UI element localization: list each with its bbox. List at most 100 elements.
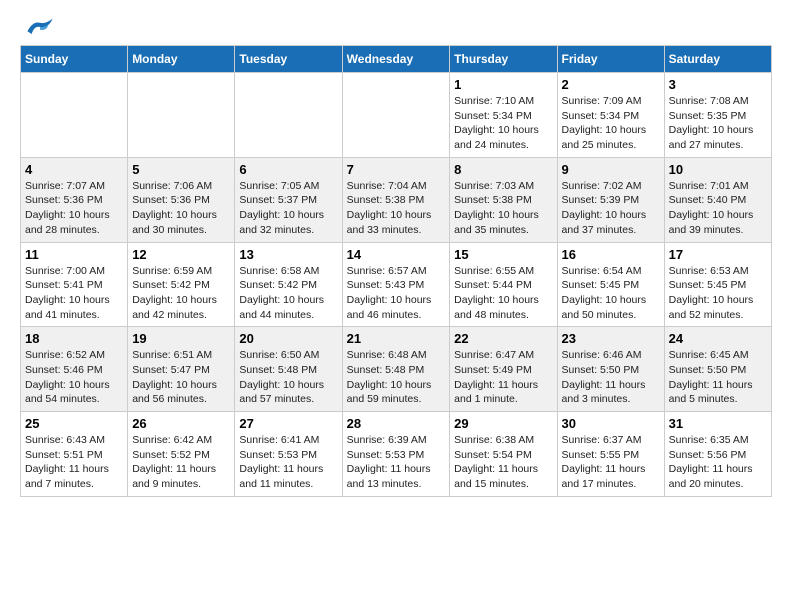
day-number: 19	[132, 331, 230, 346]
day-number: 14	[347, 247, 446, 262]
day-number: 1	[454, 77, 552, 92]
calendar-header-thursday: Thursday	[450, 46, 557, 73]
day-number: 4	[25, 162, 123, 177]
day-number: 25	[25, 416, 123, 431]
calendar-cell: 29 Sunrise: 6:38 AMSunset: 5:54 PMDayligh…	[450, 412, 557, 497]
day-info: Sunrise: 6:37 AMSunset: 5:55 PMDaylight:…	[562, 433, 660, 492]
calendar-cell: 28 Sunrise: 6:39 AMSunset: 5:53 PMDayligh…	[342, 412, 450, 497]
day-info: Sunrise: 6:42 AMSunset: 5:52 PMDaylight:…	[132, 433, 230, 492]
day-number: 11	[25, 247, 123, 262]
calendar-cell: 13 Sunrise: 6:58 AMSunset: 5:42 PMDayligh…	[235, 242, 342, 327]
calendar-cell: 20 Sunrise: 6:50 AMSunset: 5:48 PMDayligh…	[235, 327, 342, 412]
calendar-cell	[21, 73, 128, 158]
calendar-cell	[235, 73, 342, 158]
calendar-cell: 17Sunrise: 6:53 AMSunset: 5:45 PMDayligh…	[664, 242, 771, 327]
calendar-cell: 27 Sunrise: 6:41 AMSunset: 5:53 PMDayligh…	[235, 412, 342, 497]
calendar-cell: 9 Sunrise: 7:02 AMSunset: 5:39 PMDaylight…	[557, 157, 664, 242]
day-info: Sunrise: 6:57 AMSunset: 5:43 PMDaylight:…	[347, 264, 446, 323]
calendar-header-saturday: Saturday	[664, 46, 771, 73]
day-number: 27	[239, 416, 337, 431]
calendar-header-friday: Friday	[557, 46, 664, 73]
day-number: 26	[132, 416, 230, 431]
calendar-cell: 15 Sunrise: 6:55 AMSunset: 5:44 PMDayligh…	[450, 242, 557, 327]
day-info: Sunrise: 6:58 AMSunset: 5:42 PMDaylight:…	[239, 264, 337, 323]
day-number: 3	[669, 77, 767, 92]
day-info: Sunrise: 6:47 AMSunset: 5:49 PMDaylight:…	[454, 348, 552, 407]
day-info: Sunrise: 7:07 AMSunset: 5:36 PMDaylight:…	[25, 179, 123, 238]
day-number: 28	[347, 416, 446, 431]
day-info: Sunrise: 7:00 AMSunset: 5:41 PMDaylight:…	[25, 264, 123, 323]
calendar-header-row: SundayMondayTuesdayWednesdayThursdayFrid…	[21, 46, 772, 73]
day-info: Sunrise: 6:39 AMSunset: 5:53 PMDaylight:…	[347, 433, 446, 492]
calendar-cell: 2 Sunrise: 7:09 AMSunset: 5:34 PMDaylight…	[557, 73, 664, 158]
day-number: 10	[669, 162, 767, 177]
calendar-cell: 21Sunrise: 6:48 AMSunset: 5:48 PMDayligh…	[342, 327, 450, 412]
calendar-week-row: 18Sunrise: 6:52 AMSunset: 5:46 PMDayligh…	[21, 327, 772, 412]
calendar-cell: 30 Sunrise: 6:37 AMSunset: 5:55 PMDayligh…	[557, 412, 664, 497]
day-number: 22	[454, 331, 552, 346]
header	[20, 16, 772, 37]
day-info: Sunrise: 6:55 AMSunset: 5:44 PMDaylight:…	[454, 264, 552, 323]
day-number: 13	[239, 247, 337, 262]
calendar-cell: 25 Sunrise: 6:43 AMSunset: 5:51 PMDayligh…	[21, 412, 128, 497]
day-info: Sunrise: 6:52 AMSunset: 5:46 PMDaylight:…	[25, 348, 123, 407]
day-info: Sunrise: 7:02 AMSunset: 5:39 PMDaylight:…	[562, 179, 660, 238]
day-number: 2	[562, 77, 660, 92]
calendar-cell: 16Sunrise: 6:54 AMSunset: 5:45 PMDayligh…	[557, 242, 664, 327]
logo	[20, 16, 54, 37]
day-info: Sunrise: 7:01 AMSunset: 5:40 PMDaylight:…	[669, 179, 767, 238]
day-info: Sunrise: 7:04 AMSunset: 5:38 PMDaylight:…	[347, 179, 446, 238]
day-number: 21	[347, 331, 446, 346]
calendar-header-monday: Monday	[128, 46, 235, 73]
day-number: 15	[454, 247, 552, 262]
day-number: 9	[562, 162, 660, 177]
day-number: 12	[132, 247, 230, 262]
calendar-cell	[128, 73, 235, 158]
calendar-week-row: 4 Sunrise: 7:07 AMSunset: 5:36 PMDaylight…	[21, 157, 772, 242]
logo-bird-icon	[26, 17, 54, 37]
calendar-cell: 14 Sunrise: 6:57 AMSunset: 5:43 PMDayligh…	[342, 242, 450, 327]
day-info: Sunrise: 7:03 AMSunset: 5:38 PMDaylight:…	[454, 179, 552, 238]
day-info: Sunrise: 6:59 AMSunset: 5:42 PMDaylight:…	[132, 264, 230, 323]
day-info: Sunrise: 6:43 AMSunset: 5:51 PMDaylight:…	[25, 433, 123, 492]
calendar-header-sunday: Sunday	[21, 46, 128, 73]
day-info: Sunrise: 7:06 AMSunset: 5:36 PMDaylight:…	[132, 179, 230, 238]
day-info: Sunrise: 6:41 AMSunset: 5:53 PMDaylight:…	[239, 433, 337, 492]
calendar-cell: 6 Sunrise: 7:05 AMSunset: 5:37 PMDaylight…	[235, 157, 342, 242]
day-number: 20	[239, 331, 337, 346]
calendar-table: SundayMondayTuesdayWednesdayThursdayFrid…	[20, 45, 772, 497]
day-info: Sunrise: 7:10 AMSunset: 5:34 PMDaylight:…	[454, 94, 552, 153]
day-info: Sunrise: 6:38 AMSunset: 5:54 PMDaylight:…	[454, 433, 552, 492]
day-info: Sunrise: 6:45 AMSunset: 5:50 PMDaylight:…	[669, 348, 767, 407]
calendar-cell: 18Sunrise: 6:52 AMSunset: 5:46 PMDayligh…	[21, 327, 128, 412]
calendar-week-row: 25 Sunrise: 6:43 AMSunset: 5:51 PMDayligh…	[21, 412, 772, 497]
day-info: Sunrise: 7:08 AMSunset: 5:35 PMDaylight:…	[669, 94, 767, 153]
day-info: Sunrise: 7:09 AMSunset: 5:34 PMDaylight:…	[562, 94, 660, 153]
calendar-cell: 4 Sunrise: 7:07 AMSunset: 5:36 PMDaylight…	[21, 157, 128, 242]
calendar-cell: 26 Sunrise: 6:42 AMSunset: 5:52 PMDayligh…	[128, 412, 235, 497]
day-info: Sunrise: 6:50 AMSunset: 5:48 PMDaylight:…	[239, 348, 337, 407]
day-info: Sunrise: 6:35 AMSunset: 5:56 PMDaylight:…	[669, 433, 767, 492]
day-number: 17	[669, 247, 767, 262]
calendar-header-wednesday: Wednesday	[342, 46, 450, 73]
calendar-cell: 11 Sunrise: 7:00 AMSunset: 5:41 PMDayligh…	[21, 242, 128, 327]
calendar-week-row: 11 Sunrise: 7:00 AMSunset: 5:41 PMDayligh…	[21, 242, 772, 327]
calendar-cell: 10 Sunrise: 7:01 AMSunset: 5:40 PMDayligh…	[664, 157, 771, 242]
day-number: 29	[454, 416, 552, 431]
calendar-cell	[342, 73, 450, 158]
calendar-cell: 7 Sunrise: 7:04 AMSunset: 5:38 PMDaylight…	[342, 157, 450, 242]
day-number: 6	[239, 162, 337, 177]
calendar-cell: 1 Sunrise: 7:10 AMSunset: 5:34 PMDaylight…	[450, 73, 557, 158]
day-number: 8	[454, 162, 552, 177]
calendar-cell: 22 Sunrise: 6:47 AMSunset: 5:49 PMDayligh…	[450, 327, 557, 412]
calendar-cell: 23 Sunrise: 6:46 AMSunset: 5:50 PMDayligh…	[557, 327, 664, 412]
day-number: 7	[347, 162, 446, 177]
calendar-header-tuesday: Tuesday	[235, 46, 342, 73]
calendar-cell: 8 Sunrise: 7:03 AMSunset: 5:38 PMDaylight…	[450, 157, 557, 242]
day-info: Sunrise: 7:05 AMSunset: 5:37 PMDaylight:…	[239, 179, 337, 238]
day-number: 30	[562, 416, 660, 431]
calendar-cell: 3 Sunrise: 7:08 AMSunset: 5:35 PMDaylight…	[664, 73, 771, 158]
day-info: Sunrise: 6:46 AMSunset: 5:50 PMDaylight:…	[562, 348, 660, 407]
day-number: 23	[562, 331, 660, 346]
calendar-cell: 31Sunrise: 6:35 AMSunset: 5:56 PMDayligh…	[664, 412, 771, 497]
